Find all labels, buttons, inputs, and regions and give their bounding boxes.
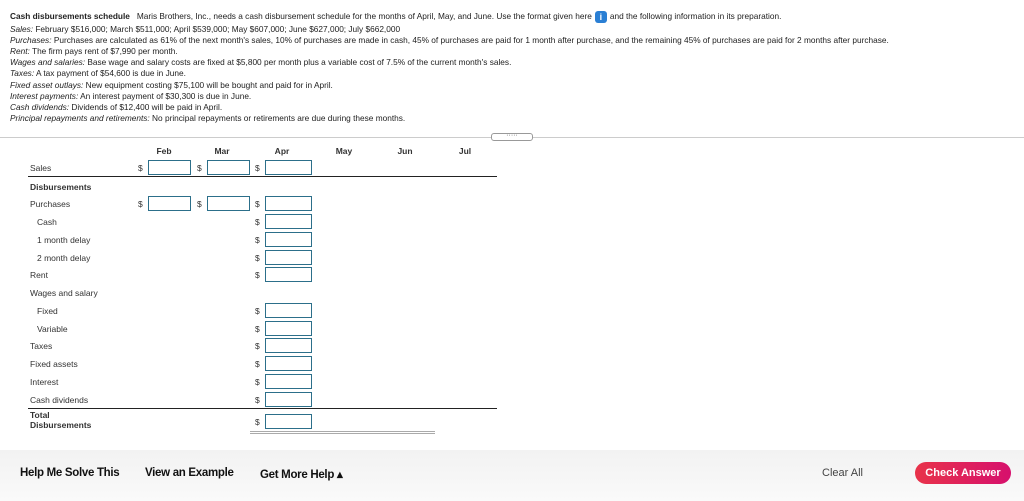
dividends-apr-input[interactable] (265, 392, 312, 407)
row-label-cash: Cash (37, 217, 57, 227)
line-label: Purchases: (10, 35, 52, 46)
clear-all-button[interactable]: Clear All (822, 467, 863, 479)
row-label-rent: Rent (30, 270, 48, 280)
line-label: Wages and salaries: (10, 57, 86, 68)
currency-sign: $ (255, 235, 260, 245)
row-label-delay2: 2 month delay (37, 253, 91, 263)
row-label-variable: Variable (37, 324, 68, 334)
row-label-wages: Wages and salary (30, 288, 98, 298)
line-text: An interest payment of $30,300 is due in… (78, 90, 252, 101)
row-label-dividends: Cash dividends (30, 395, 89, 405)
delay2-apr-input[interactable] (265, 250, 312, 265)
line-label: Principal repayments and retirements: (10, 112, 150, 123)
rule-total (28, 408, 497, 409)
row-label-taxes: Taxes (30, 341, 53, 351)
line-text: Base wage and salary costs are fixed at … (85, 57, 512, 68)
col-may: May (335, 146, 353, 156)
double-rule (250, 431, 435, 434)
currency-sign: $ (255, 377, 260, 387)
currency-sign: $ (255, 359, 260, 369)
currency-sign: $ (255, 163, 260, 173)
row-label-delay1: 1 month delay (37, 235, 91, 245)
purchases-mar-input[interactable] (207, 196, 250, 211)
problem-line: Interest payments: An interest payment o… (10, 91, 251, 101)
sales-apr-input[interactable] (265, 160, 312, 175)
variable-apr-input[interactable] (265, 321, 312, 336)
sales-mar-input[interactable] (207, 160, 250, 175)
line-label: Rent: (10, 46, 30, 57)
sales-feb-input[interactable] (148, 160, 191, 175)
problem-intro: Cash disbursements schedule Maris Brothe… (10, 11, 781, 23)
col-apr: Apr (274, 146, 290, 156)
line-label: Taxes: (10, 68, 35, 79)
problem-line: Rent: The firm pays rent of $7,990 per m… (10, 46, 178, 56)
row-label-sales: Sales (30, 163, 52, 173)
check-answer-button[interactable]: Check Answer (915, 462, 1011, 484)
cash-apr-input[interactable] (265, 214, 312, 229)
row-label-disbursements: Disbursements (30, 182, 92, 192)
line-text: The firm pays rent of $7,990 per month. (29, 46, 178, 57)
currency-sign: $ (255, 253, 260, 263)
problem-line: Wages and salaries: Base wage and salary… (10, 57, 511, 67)
problem-line: Taxes: A tax payment of $54,600 is due i… (10, 68, 186, 78)
line-label: Cash dividends: (10, 101, 70, 112)
currency-sign: $ (138, 163, 143, 173)
currency-sign: $ (255, 199, 260, 209)
currency-sign: $ (197, 163, 202, 173)
row-label-fixed: Fixed (37, 306, 58, 316)
line-label: Fixed asset outlays: (10, 79, 84, 90)
row-label-total: Total Disbursements (30, 410, 92, 430)
currency-sign: $ (255, 395, 260, 405)
col-feb: Feb (156, 146, 172, 156)
fixed-apr-input[interactable] (265, 303, 312, 318)
intro-end-text: and the following information in its pre… (609, 11, 782, 22)
problem-line: Sales: February $516,000; March $511,000… (10, 24, 400, 34)
info-icon[interactable]: i (594, 11, 607, 23)
problem-title: Cash disbursements schedule (10, 11, 130, 22)
currency-sign: $ (255, 341, 260, 351)
row-label-fixed_assets: Fixed assets (30, 359, 78, 369)
line-label: Interest payments: (10, 90, 79, 101)
row-label-interest: Interest (30, 377, 59, 387)
problem-line: Cash dividends: Dividends of $12,400 wil… (10, 102, 222, 112)
get-more-help-button[interactable]: Get More Help ▴ (260, 467, 343, 481)
fixed_assets-apr-input[interactable] (265, 356, 312, 371)
line-text: February $516,000; March $511,000; April… (33, 24, 401, 34)
problem-line: Fixed asset outlays: New equipment costi… (10, 80, 333, 90)
line-text: Dividends of $12,400 will be paid in Apr… (69, 101, 223, 112)
col-jul: Jul (458, 146, 472, 156)
currency-sign: $ (255, 417, 260, 427)
total-apr-input[interactable] (265, 414, 312, 429)
expand-button[interactable]: ····· (491, 132, 533, 141)
problem-line: Principal repayments and retirements: No… (10, 113, 405, 123)
col-mar: Mar (214, 146, 230, 156)
line-text: A tax payment of $54,600 is due in June. (34, 68, 186, 79)
line-text: New equipment costing $75,100 will be bo… (83, 79, 333, 90)
view-example-button[interactable]: View an Example (145, 467, 234, 479)
currency-sign: $ (255, 324, 260, 334)
intro-text: Maris Brothers, Inc., needs a cash disbu… (136, 11, 592, 22)
currency-sign: $ (255, 270, 260, 280)
currency-sign: $ (197, 199, 202, 209)
problem-line: Purchases: Purchases are calculated as 6… (10, 35, 889, 45)
line-text: No principal repayments or retirements a… (149, 112, 406, 123)
purchases-apr-input[interactable] (265, 196, 312, 211)
row-label-purchases: Purchases (30, 199, 71, 209)
rule-sales (28, 176, 497, 177)
rent-apr-input[interactable] (265, 267, 312, 282)
col-jun: Jun (397, 146, 413, 156)
currency-sign: $ (255, 306, 260, 316)
interest-apr-input[interactable] (265, 374, 312, 389)
line-label: Sales: (10, 24, 34, 34)
currency-sign: $ (138, 199, 143, 209)
line-text: Purchases are calculated as 61% of the n… (51, 35, 889, 46)
taxes-apr-input[interactable] (265, 338, 312, 353)
purchases-feb-input[interactable] (148, 196, 191, 211)
help-me-solve-button[interactable]: Help Me Solve This (20, 467, 120, 479)
delay1-apr-input[interactable] (265, 232, 312, 247)
currency-sign: $ (255, 217, 260, 227)
